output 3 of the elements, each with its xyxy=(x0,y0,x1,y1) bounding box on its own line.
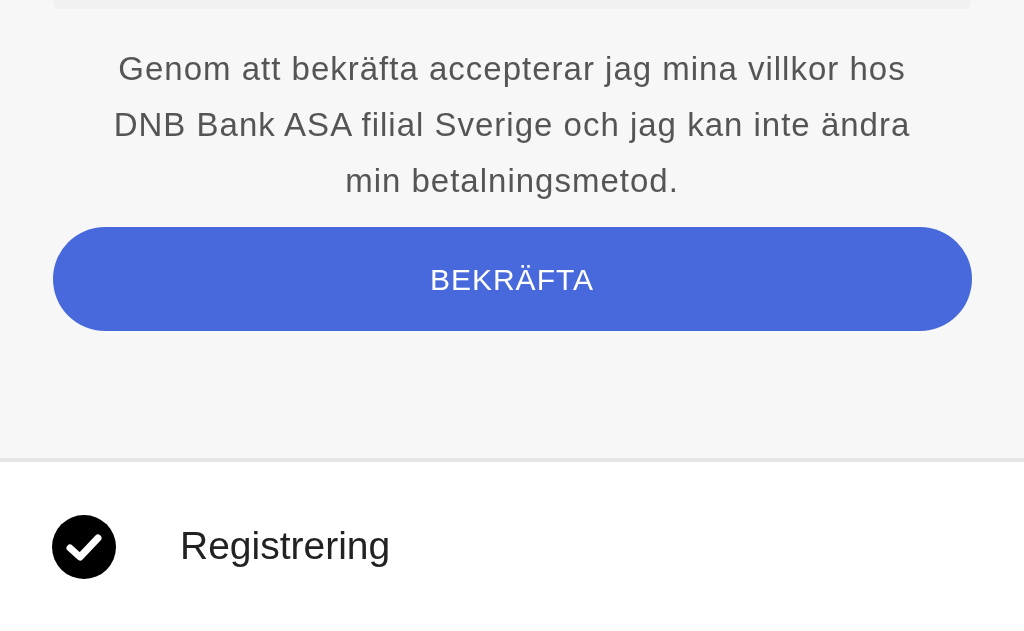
terms-text: Genom att bekräfta accepterar jag mina villkor hos DNB Bank ASA filial Sverige och jag kan inte ändra min betalningsmetod. xyxy=(112,49,912,201)
confirm-button[interactable]: BEKRÄFTA xyxy=(52,227,972,331)
step-label: Registrering xyxy=(180,523,391,570)
